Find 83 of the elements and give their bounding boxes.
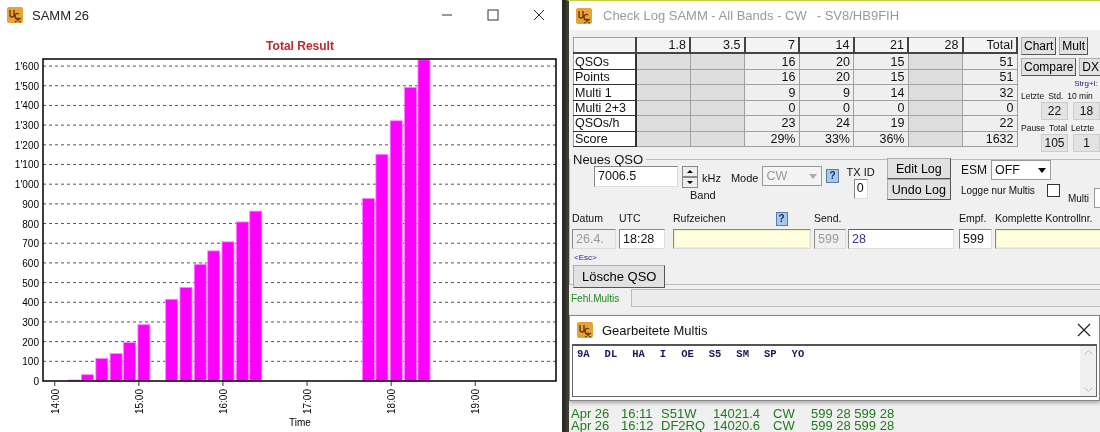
- y-tick-label: 800: [22, 218, 39, 230]
- log-text: Apr 26: [571, 420, 611, 432]
- y-tick-label: 1'200: [14, 139, 39, 151]
- x-tick-label: 14:00: [49, 389, 61, 415]
- shortcut-hint: Strg+I:: [1073, 79, 1099, 88]
- log-text: 14020.6: [713, 420, 761, 432]
- checkbox-label: Logge nur Multis: [960, 185, 1035, 196]
- stat-value: 18: [1073, 102, 1100, 120]
- field-label: Datum: [572, 212, 603, 224]
- chart-title: Total Result: [266, 39, 334, 53]
- table-header-cell: 3.5: [690, 37, 745, 54]
- unit-label: kHz: [702, 171, 721, 184]
- x-tick-label: 17:00: [302, 389, 314, 415]
- log-text: DF2RQ: [661, 420, 707, 432]
- missing-multis-label: Fehl.Multis: [571, 292, 620, 304]
- stat-label: Letzte: [1071, 123, 1095, 133]
- log-text: 599 28 599 28: [811, 420, 895, 432]
- y-tick-label: 700: [22, 238, 39, 250]
- multi-code: HA: [632, 348, 645, 360]
- band-label: Band: [690, 188, 717, 201]
- y-tick-label: 100: [22, 356, 39, 368]
- log-text: 599 28 599 28: [811, 408, 895, 420]
- esm-label: ESM: [960, 163, 987, 177]
- tx-id-label: TX ID: [846, 166, 875, 178]
- window-title: Check Log SAMM - All Bands - CW: [603, 8, 807, 23]
- y-tick-label: 1'400: [14, 100, 39, 112]
- y-tick-label: 600: [22, 257, 39, 269]
- stat-label: Std.: [1048, 91, 1064, 101]
- x-tick-label: 16:00: [217, 389, 229, 415]
- log-text: CW: [773, 408, 796, 420]
- multi-code: YO: [791, 348, 805, 360]
- stat-value: 22: [1041, 102, 1068, 120]
- table-header-cell: 21: [853, 37, 908, 54]
- x-tick-label: 15:00: [133, 389, 145, 415]
- multi-label: Multi: [1067, 192, 1089, 204]
- x-axis-title: Time: [289, 417, 311, 428]
- table-header-cell: 14: [799, 37, 854, 54]
- window-title: Gearbeitete Multis: [602, 322, 709, 338]
- log-text: S51W: [661, 408, 698, 420]
- stat-value: 105: [1041, 134, 1068, 152]
- y-tick-label: 900: [22, 198, 39, 210]
- field-label: Send.: [814, 212, 842, 224]
- y-tick-label: 1'100: [14, 159, 39, 171]
- y-tick-label: 400: [22, 297, 39, 309]
- multi-code: OE: [681, 348, 694, 360]
- stat-label: Total: [1049, 123, 1068, 133]
- field-label: Rufzeichen: [673, 212, 726, 224]
- y-tick-label: 1'300: [14, 120, 39, 132]
- table-header-cell: Total: [962, 37, 1017, 54]
- window-title-callsign: - SV8/HB9FIH: [816, 8, 900, 23]
- table-header-cell: 7: [744, 37, 799, 54]
- stat-label: 10 min: [1067, 91, 1093, 101]
- field-label: Komplette Kontrollnr.: [995, 212, 1093, 224]
- y-tick-label: 1'000: [14, 179, 39, 191]
- y-tick-label: 1'500: [14, 80, 39, 92]
- log-text: CW: [773, 420, 796, 432]
- log-text: 14021.4: [713, 408, 761, 420]
- shortcut-hint: <Esc>: [574, 253, 597, 262]
- x-tick-label: 19:00: [470, 389, 482, 415]
- stat-label: Pause: [1021, 123, 1046, 133]
- log-text: 16:12: [621, 420, 655, 432]
- x-tick-label: 18:00: [386, 389, 398, 415]
- stat-value: 1: [1073, 134, 1100, 152]
- mode-label: Mode: [730, 171, 759, 184]
- stat-label: Letzte: [1021, 91, 1045, 101]
- y-tick-label: 1'600: [14, 61, 39, 73]
- log-text: 16:11: [621, 408, 654, 420]
- multi-code: SM: [736, 348, 749, 360]
- y-tick-label: 500: [22, 277, 39, 289]
- multi-code: 9A: [577, 348, 590, 360]
- window-title: SAMM 26: [32, 7, 91, 23]
- log-text: Apr 26: [571, 408, 611, 420]
- table-header-cell: 28: [908, 37, 963, 54]
- multi-code: SP: [763, 348, 777, 360]
- multi-code: I: [659, 348, 667, 360]
- multi-code: S5: [708, 348, 722, 360]
- y-tick-label: 300: [22, 316, 39, 328]
- y-tick-label: 200: [22, 336, 39, 348]
- multi-code: DL: [604, 348, 618, 360]
- field-label: UTC: [619, 212, 641, 224]
- field-label: Empf.: [959, 212, 987, 224]
- table-header-cell: 1.8: [635, 37, 690, 54]
- y-tick-label: 0: [33, 376, 39, 387]
